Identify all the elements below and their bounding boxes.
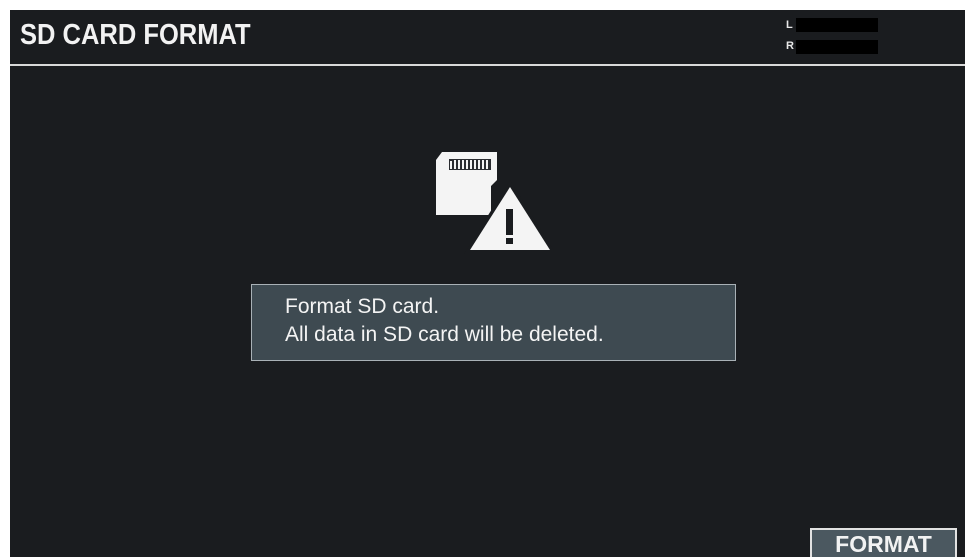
sd-card-format-screen: SD CARD FORMAT L R Format SD card. All d… [10,10,965,557]
screen-header: SD CARD FORMAT L R [10,10,965,66]
level-meter-right-bar [796,40,878,54]
format-button[interactable]: FORMAT [810,528,957,557]
sd-card-icon [436,152,497,215]
format-message-box: Format SD card. All data in SD card will… [251,284,736,361]
message-line-2: All data in SD card will be deleted. [285,323,604,346]
page-title: SD CARD FORMAT [20,19,251,51]
message-line-1: Format SD card. [285,295,440,318]
level-meter-right-label: R [786,40,794,52]
level-meter-left-bar [796,18,878,32]
format-warning-graphic [434,152,556,254]
level-meter-left-label: L [786,19,793,31]
